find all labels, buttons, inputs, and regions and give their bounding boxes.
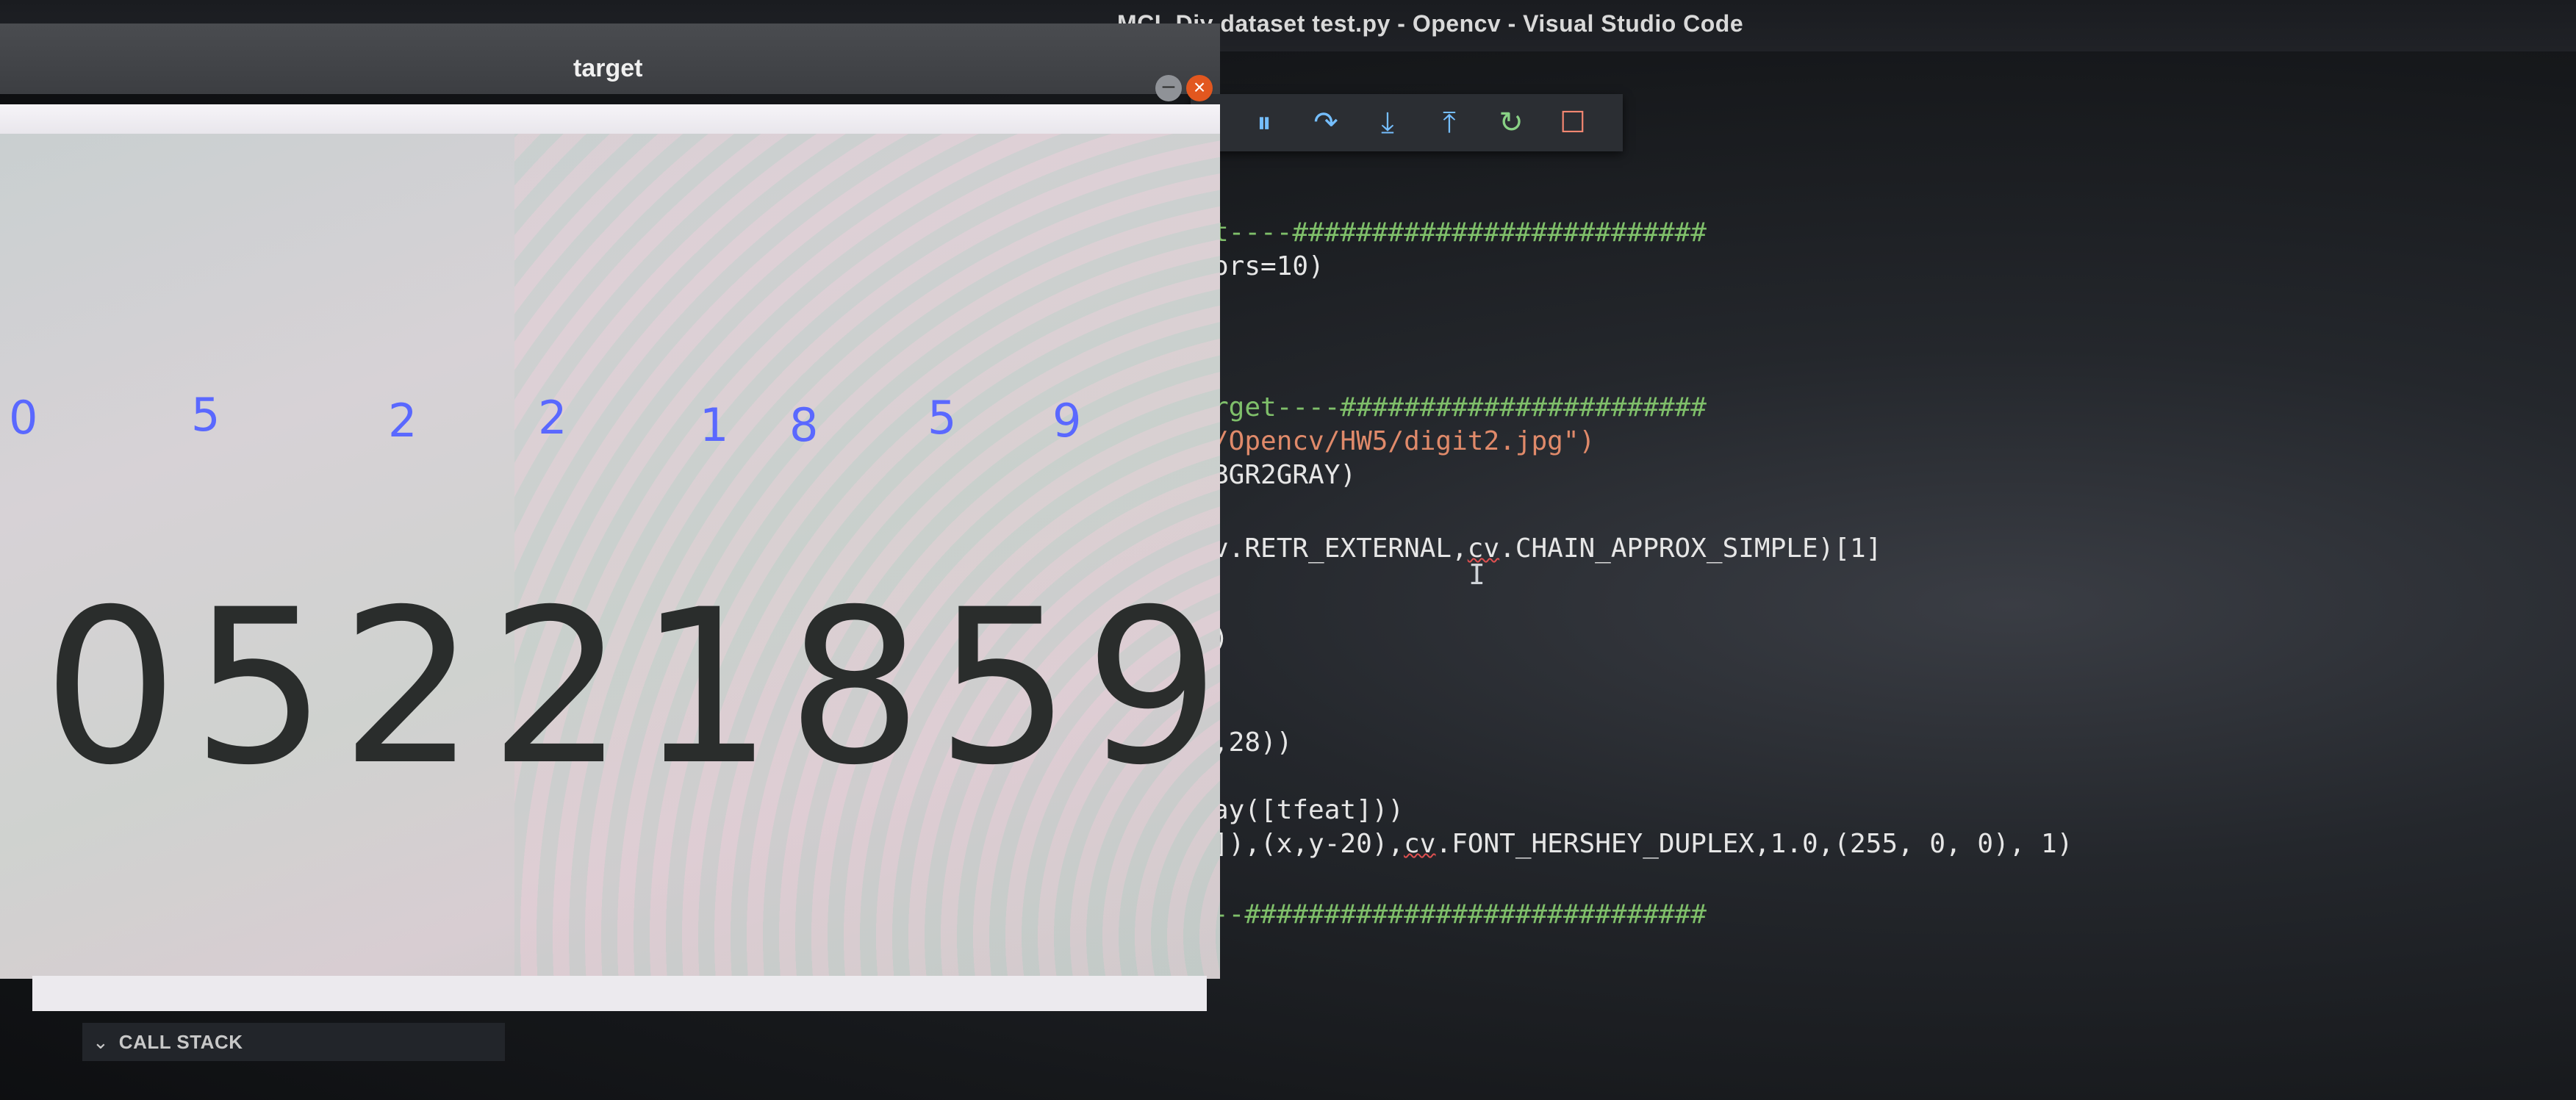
code-token: v.RETR_EXTERNAL, bbox=[1213, 533, 1468, 564]
chevron-down-icon: ⌄ bbox=[93, 1030, 109, 1053]
step-out-icon[interactable]: ⤒ bbox=[1418, 94, 1480, 151]
code-line: ]),(x,y-20),cv.FONT_HERSHEY_DUPLEX,1.0,(… bbox=[1213, 829, 2073, 859]
predicted-label: 5 bbox=[191, 388, 220, 442]
code-line: --############################# bbox=[1213, 899, 1707, 930]
call-stack-section-header[interactable]: ⌄ CALL STACK bbox=[82, 1023, 505, 1061]
code-line: rget----####################### bbox=[1213, 392, 1707, 423]
code-token: .FONT_HERSHEY_DUPLEX,1.0,(255, 0, 0), 1) bbox=[1435, 829, 2073, 859]
predicted-label: 1 bbox=[700, 398, 729, 452]
restart-icon[interactable]: ↻ bbox=[1480, 94, 1542, 151]
code-line: t----########################## bbox=[1213, 218, 1707, 248]
moire-pattern bbox=[514, 134, 1220, 979]
predicted-label: 0 bbox=[9, 391, 38, 445]
code-token: ]),(x,y-20), bbox=[1213, 829, 1404, 859]
predicted-label: 9 bbox=[1052, 394, 1082, 447]
text-cursor-icon: I bbox=[1468, 558, 1485, 591]
code-token: .CHAIN_APPROX_SIMPLE)[1] bbox=[1499, 533, 1882, 564]
handwritten-digits: 05221859 bbox=[43, 564, 1234, 812]
predicted-label: 2 bbox=[538, 391, 567, 445]
call-stack-label: CALL STACK bbox=[118, 1030, 243, 1053]
image-bottom-band bbox=[32, 976, 1207, 1011]
predicted-label: 2 bbox=[388, 394, 417, 447]
stop-icon[interactable]: ☐ bbox=[1542, 94, 1604, 151]
target-image: 0 5 2 2 1 8 5 9 05221859 bbox=[0, 134, 1220, 979]
code-line: v.RETR_EXTERNAL,cv.CHAIN_APPROX_SIMPLE)[… bbox=[1213, 533, 1881, 564]
step-over-icon[interactable]: ↷ bbox=[1295, 94, 1357, 151]
target-window[interactable]: target – × 0 5 2 2 1 8 5 9 05221859 bbox=[0, 24, 1220, 1011]
code-line: ay([tfeat])) bbox=[1213, 795, 1404, 825]
minimize-icon[interactable]: – bbox=[1155, 75, 1182, 101]
code-line: ors=10) bbox=[1213, 251, 1324, 281]
predicted-label: 8 bbox=[789, 398, 819, 452]
code-editor[interactable]: t----########################## ors=10) … bbox=[1213, 198, 2576, 1007]
code-line: BGR2GRAY) bbox=[1213, 460, 1357, 490]
predicted-label: 5 bbox=[928, 391, 957, 445]
target-window-titlebar[interactable]: target – × bbox=[0, 24, 1220, 101]
debug-toolbar: ⠿ ⏸ ↷ ⤓ ⤒ ↻ ☐ bbox=[1191, 94, 1623, 151]
target-window-title: target bbox=[573, 54, 643, 82]
code-token-error: cv bbox=[1404, 829, 1436, 859]
code-line: /Opencv/HW5/digit2.jpg") bbox=[1213, 426, 1596, 456]
close-icon[interactable]: × bbox=[1186, 75, 1213, 101]
pause-icon[interactable]: ⏸ bbox=[1233, 94, 1295, 151]
step-into-icon[interactable]: ⤓ bbox=[1357, 94, 1418, 151]
